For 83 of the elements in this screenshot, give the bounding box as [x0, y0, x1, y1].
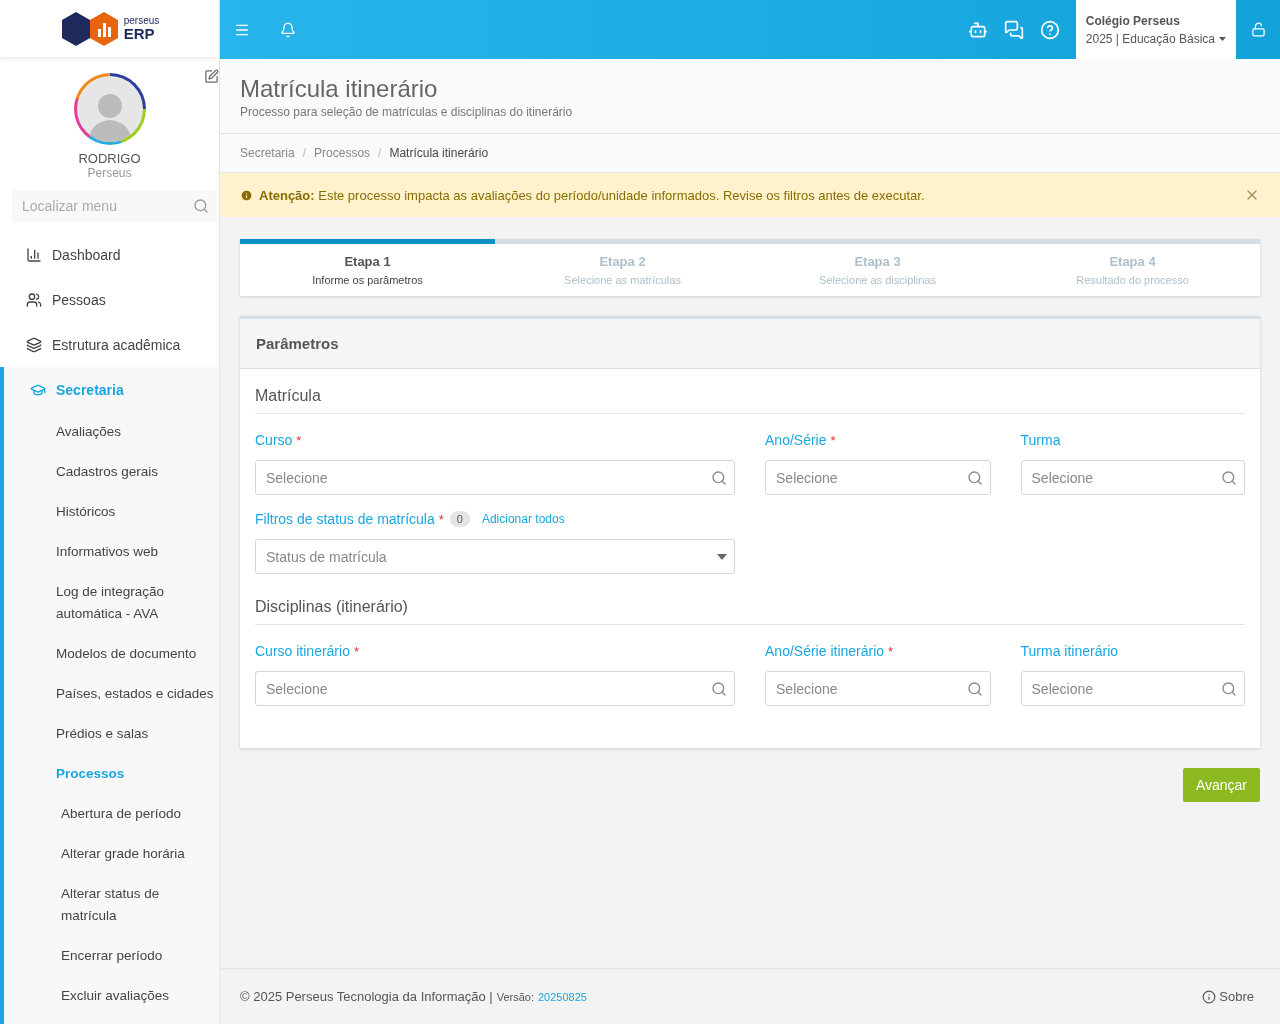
field-label: Ano/Série itinerário [765, 643, 885, 659]
logo-text: perseus [123, 16, 160, 26]
breadcrumb-link[interactable]: Processos [314, 146, 371, 160]
field-label: Turma [1020, 432, 1061, 448]
unlock-icon [1250, 22, 1266, 37]
info-icon [240, 188, 253, 202]
field-label: Curso [255, 432, 293, 448]
search-icon [966, 469, 983, 486]
bar-chart-icon [26, 246, 42, 263]
page-title: Matrícula itinerário [240, 75, 439, 103]
edit-icon[interactable] [204, 69, 219, 84]
sidebar-item[interactable]: Log de integração automática - AVA [4, 572, 219, 634]
step-title: Etapa 1 [343, 254, 392, 269]
step-title: Etapa 4 [1108, 254, 1157, 269]
sidebar-item[interactable]: Alterar status de matrícula [4, 874, 219, 936]
user-name: RODRIGO [78, 151, 141, 166]
chat-icon[interactable] [1003, 19, 1024, 40]
required-mark: * [438, 511, 444, 527]
search-field[interactable]: Selecione [765, 460, 991, 495]
step-title: Etapa 2 [598, 254, 647, 269]
bell-icon[interactable] [280, 21, 296, 38]
user-organization: Perseus [87, 166, 132, 180]
required-mark: * [830, 432, 836, 448]
sidebar-item[interactable]: Modelos de documento [4, 634, 219, 674]
field-label: Ano/Série [765, 432, 827, 448]
version-label: Versão: [496, 990, 534, 1003]
sidebar-item[interactable]: Avaliações [4, 412, 219, 452]
sidebar-item[interactable]: Excluir avaliações [4, 976, 219, 1016]
sidebar-item[interactable]: Estrutura acadêmica [0, 322, 219, 367]
breadcrumb-link[interactable]: Matrícula itinerário [389, 146, 489, 160]
field-label: Curso itinerário [255, 643, 350, 659]
sidebar-item[interactable]: Países, estados e cidades [4, 674, 219, 714]
section-title: Disciplinas (itinerário) [255, 590, 1245, 625]
sidebar-item[interactable]: Abertura de período [4, 794, 219, 834]
institution-selector[interactable]: Colégio Perseus 2025 | Educação Básica [1075, 0, 1236, 59]
step-title: Etapa 3 [853, 254, 902, 269]
sidebar-item[interactable]: Históricos [4, 492, 219, 532]
search-field[interactable]: Selecione [1020, 671, 1245, 706]
search-icon [1221, 469, 1237, 486]
sidebar-item[interactable]: Prédios e salas [4, 714, 219, 754]
required-mark: * [296, 432, 302, 448]
breadcrumb-separator: / [302, 146, 307, 160]
sidebar-item[interactable]: Pessoas [0, 277, 219, 322]
search-field[interactable]: Selecione [255, 460, 736, 495]
search-icon [711, 469, 728, 486]
field-label: Filtros de status de matrícula [255, 511, 435, 527]
sidebar-item[interactable]: Dashboard [0, 232, 219, 277]
about-link[interactable]: Sobre [1219, 989, 1254, 1004]
page-subtitle: Processo para seleção de matrículas e disciplinas do itinerário [240, 105, 574, 119]
layers-icon [26, 336, 42, 353]
breadcrumb-link[interactable]: Secretaria [240, 146, 295, 160]
step-subtitle: Resultado do processo [1075, 274, 1190, 286]
section-title: Matrícula [255, 379, 1245, 414]
status-select[interactable]: Status de matrícula [255, 539, 736, 574]
field-label: Turma itinerário [1020, 643, 1119, 659]
search-icon [711, 680, 728, 697]
people-icon [26, 291, 42, 308]
required-mark: * [353, 643, 359, 659]
search-icon [193, 198, 209, 214]
sidebar-item[interactable]: Cadastros gerais [4, 452, 219, 492]
required-mark: * [888, 643, 894, 659]
search-field[interactable]: Selecione [255, 671, 736, 706]
step-subtitle: Selecione as matrículas [563, 274, 682, 286]
caret-icon [1219, 36, 1226, 41]
search-icon [1221, 680, 1237, 697]
search-icon [966, 680, 983, 697]
sidebar-item[interactable]: Informativos web [4, 532, 219, 572]
sidebar-item[interactable]: Alterar grade horária [4, 834, 219, 874]
panel-title: Parâmetros [240, 319, 1260, 369]
search-field[interactable]: Selecione [1020, 460, 1245, 495]
help-icon[interactable] [1039, 19, 1060, 40]
sidebar-item[interactable]: Encerrar período [4, 936, 219, 976]
caret-icon [717, 553, 728, 560]
step-subtitle: Selecione as disciplinas [818, 274, 937, 286]
step-subtitle: Informe os parâmetros [311, 274, 424, 286]
info-icon [1202, 989, 1217, 1004]
count-badge: 0 [449, 511, 470, 527]
logo-text: ERP [123, 26, 155, 41]
search-field[interactable]: Selecione [765, 671, 991, 706]
breadcrumb-separator: / [378, 146, 382, 160]
copyright-text: © 2025 Perseus Tecnologia da Informação | [240, 989, 493, 1004]
alert-text: Atenção: Este processo impacta as avaliações do período/unidade informados. Revise os filtros antes de executar. [259, 187, 926, 203]
logo-icon [59, 10, 120, 47]
